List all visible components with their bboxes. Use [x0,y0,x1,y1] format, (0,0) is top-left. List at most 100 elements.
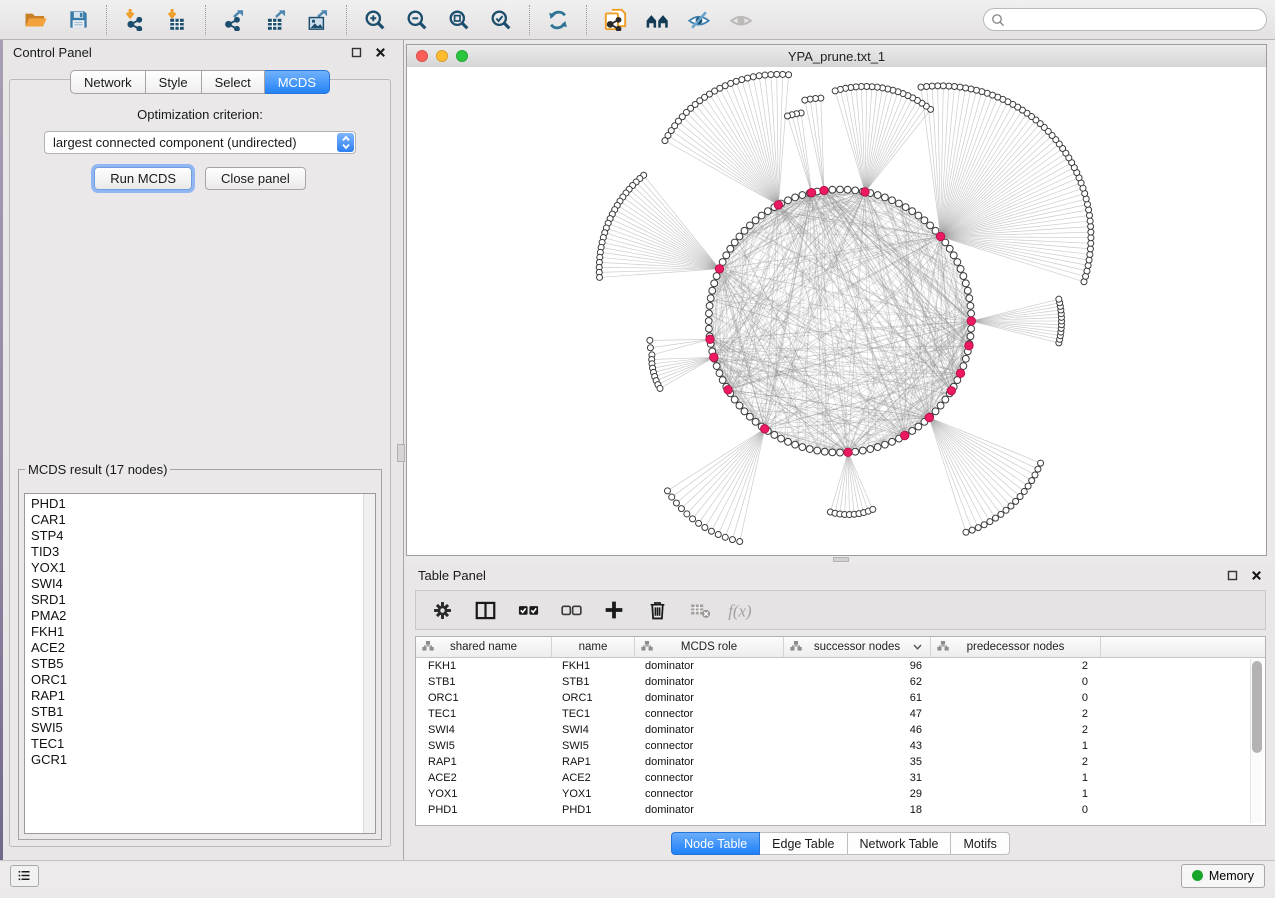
table-row[interactable]: ACE2ACE2connector311 [416,770,1265,786]
export-table-button[interactable] [261,5,291,35]
table-row[interactable]: TEC1TEC1connector472 [416,706,1265,722]
column-header-predecessor-nodes[interactable]: predecessor nodes [931,637,1101,658]
mcds-result-item[interactable]: TID3 [31,544,375,560]
cell: SWI5 [416,738,552,754]
mcds-result-item[interactable]: SWI4 [31,576,375,592]
table-row[interactable]: PHD1PHD1dominator180 [416,802,1265,818]
cell-filler [1101,754,1265,770]
export-network-button[interactable] [219,5,249,35]
import-table-button[interactable] [162,5,192,35]
delete-column-button[interactable] [645,598,669,622]
mcds-result-item[interactable]: STB1 [31,704,375,720]
zoom-selected-icon [490,9,512,31]
mcds-result-item[interactable]: ACE2 [31,640,375,656]
tab-node-table[interactable]: Node Table [671,832,760,855]
close-table-panel-button[interactable] [1249,569,1263,583]
zoom-selected-button[interactable] [486,5,516,35]
cell-filler [1101,690,1265,706]
tab-select[interactable]: Select [202,70,265,94]
mcds-result-item[interactable]: SRD1 [31,592,375,608]
table-row[interactable]: SWI5SWI5connector431 [416,738,1265,754]
save-session-button[interactable] [63,5,93,35]
table-row[interactable]: ORC1ORC1dominator610 [416,690,1265,706]
mcds-result-item[interactable]: STB5 [31,656,375,672]
mcds-result-item[interactable]: PHD1 [31,496,375,512]
column-label: MCDS role [681,641,737,653]
float-table-panel-button[interactable] [1225,569,1239,583]
zoom-out-icon [406,9,428,31]
search-input[interactable] [1010,12,1262,28]
export-image-button[interactable] [303,5,333,35]
zoom-out-button[interactable] [402,5,432,35]
result-list-scrollbar[interactable] [363,494,375,833]
close-control-panel-button[interactable] [373,45,387,59]
clone-network-button[interactable] [600,5,630,35]
hide-selected-button[interactable] [684,5,714,35]
table-row[interactable]: SWI4SWI4dominator462 [416,722,1265,738]
tab-network[interactable]: Network [70,70,146,94]
select-all-rows-button[interactable] [516,598,540,622]
mcds-result-item[interactable]: RAP1 [31,688,375,704]
mcds-result-item[interactable]: TEC1 [31,736,375,752]
tab-edge-table[interactable]: Edge Table [760,832,847,855]
zoom-fit-button[interactable] [444,5,474,35]
add-column-button[interactable] [602,598,626,622]
maximize-window-button[interactable] [456,50,468,62]
import-network-button[interactable] [120,5,150,35]
table-row[interactable]: RAP1RAP1dominator352 [416,754,1265,770]
mcds-result-group: MCDS result (17 nodes) PHD1CAR1STP4TID3Y… [18,462,382,840]
tab-style[interactable]: Style [146,70,202,94]
horizontal-splitter[interactable] [406,556,1275,563]
cell: 2 [931,706,1101,722]
deselect-all-rows-button[interactable] [559,598,583,622]
network-canvas[interactable] [407,67,1266,555]
refresh-button[interactable] [543,5,573,35]
zoom-in-button[interactable] [360,5,390,35]
cell: FKH1 [552,658,635,674]
close-window-button[interactable] [416,50,428,62]
column-header-successor-nodes[interactable]: successor nodes [784,637,931,658]
column-header-MCDS-role[interactable]: MCDS role [635,637,784,658]
cell: dominator [635,658,784,674]
tab-motifs[interactable]: Motifs [951,832,1009,855]
criterion-dropdown[interactable]: largest connected component (undirected) [44,131,356,154]
toggle-columns-button[interactable] [473,598,497,622]
toolbar-group [8,5,107,35]
status-menu-button[interactable] [10,865,39,887]
mcds-result-item[interactable]: CAR1 [31,512,375,528]
cell: TEC1 [416,706,552,722]
vertical-splitter[interactable] [397,40,406,860]
mcds-result-item[interactable]: ORC1 [31,672,375,688]
close-mcds-panel-button[interactable]: Close panel [205,167,306,190]
mcds-result-list[interactable]: PHD1CAR1STP4TID3YOX1SWI4SRD1PMA2FKH1ACE2… [24,493,376,834]
table-row[interactable]: FKH1FKH1dominator962 [416,658,1265,674]
table-settings-button[interactable] [430,598,454,622]
open-file-button[interactable] [21,5,51,35]
table-row[interactable]: YOX1YOX1connector291 [416,786,1265,802]
tab-network-table[interactable]: Network Table [848,832,952,855]
mcds-result-item[interactable]: STP4 [31,528,375,544]
network-graph[interactable] [407,67,1266,555]
mcds-result-item[interactable]: GCR1 [31,752,375,768]
export-network-icon [224,9,245,31]
horizontal-splitter-grip[interactable] [833,557,849,562]
mcds-result-item[interactable]: SWI5 [31,720,375,736]
float-control-panel-button[interactable] [349,45,363,59]
table-scrollbar-thumb[interactable] [1252,661,1262,753]
table-row[interactable]: STB1STB1dominator620 [416,674,1265,690]
table-scrollbar[interactable] [1250,659,1263,823]
vertical-splitter-grip[interactable] [397,444,405,462]
first-neighbors-icon [646,11,669,29]
memory-button[interactable]: Memory [1181,864,1265,888]
mcds-result-item[interactable]: PMA2 [31,608,375,624]
mcds-result-item[interactable]: YOX1 [31,560,375,576]
first-neighbors-button[interactable] [642,5,672,35]
mcds-result-item[interactable]: FKH1 [31,624,375,640]
cell-filler [1101,674,1265,690]
search-box[interactable] [983,8,1267,31]
tab-mcds[interactable]: MCDS [265,70,330,94]
column-header-shared-name[interactable]: shared name [416,637,552,658]
run-mcds-button[interactable]: Run MCDS [94,167,192,190]
column-header-name[interactable]: name [552,637,635,658]
minimize-window-button[interactable] [436,50,448,62]
